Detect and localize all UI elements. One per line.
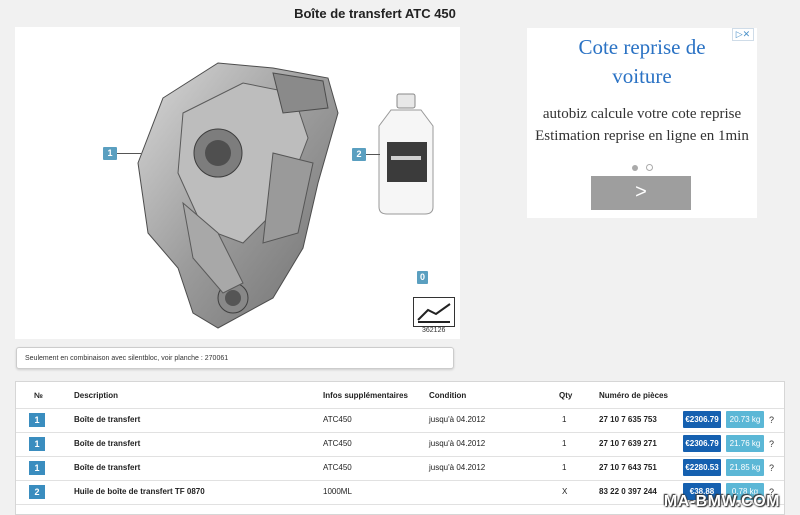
row-description: Boîte de transfert <box>74 415 141 424</box>
parts-diagram: 1 2 0 362126 <box>15 27 460 339</box>
ad-carousel-dots <box>527 164 757 171</box>
reference-icon <box>413 297 455 327</box>
header-condition: Condition <box>429 391 467 400</box>
oil-bottle-illustration <box>378 93 434 215</box>
header-qty: Qty <box>559 391 573 400</box>
row-qty: 1 <box>562 415 567 424</box>
callout-2-leader <box>366 154 380 155</box>
table-row: 1 Boîte de transfert ATC450 jusqu'à 04.2… <box>16 432 784 457</box>
help-icon[interactable]: ? <box>769 408 774 432</box>
row-condition: jusqu'à 04.2012 <box>429 439 486 448</box>
advertisement[interactable]: ▷✕ Cote reprise de voiture autobiz calcu… <box>527 28 757 218</box>
row-qty: 1 <box>562 463 567 472</box>
ad-body-line-1: autobiz calcule votre cote reprise <box>542 106 742 122</box>
ad-next-button[interactable]: > <box>591 176 691 210</box>
row-qty: 1 <box>562 439 567 448</box>
header-info: Infos supplémentaires <box>323 391 408 400</box>
callout-0[interactable]: 0 <box>417 271 428 284</box>
row-info: ATC450 <box>323 439 352 448</box>
callout-2[interactable]: 2 <box>352 148 366 161</box>
table-header: № Description Infos supplémentaires Cond… <box>16 384 784 409</box>
table-row: 1 Boîte de transfert ATC450 jusqu'à 04.2… <box>16 408 784 433</box>
header-description: Description <box>74 391 119 400</box>
price-button[interactable]: €2306.79 <box>683 411 721 428</box>
header-number: № <box>34 391 43 400</box>
help-icon[interactable]: ? <box>769 456 774 480</box>
ad-headline[interactable]: Cote reprise de voiture <box>527 33 757 91</box>
row-part-number[interactable]: 83 22 0 397 244 <box>599 480 657 504</box>
row-part-number[interactable]: 27 10 7 639 271 <box>599 432 657 456</box>
row-qty: X <box>562 487 568 496</box>
site-watermark: MA-BMW.COM <box>663 493 780 510</box>
row-number-badge[interactable]: 1 <box>29 413 45 427</box>
weight-button[interactable]: 20.73 kg <box>726 411 764 428</box>
transfer-case-illustration <box>137 62 339 329</box>
row-description: Huile de boîte de transfert TF 0870 <box>74 487 205 496</box>
header-part-number: Numéro de pièces <box>599 391 668 400</box>
row-info: 1000ML <box>323 487 352 496</box>
carousel-dot-active[interactable] <box>631 165 638 171</box>
ad-body-line-2: Estimation reprise en ligne en 1min <box>535 128 749 144</box>
reference-number: 362126 <box>422 327 446 334</box>
help-icon[interactable]: ? <box>769 432 774 456</box>
page-title: Boîte de transfert ATC 450 <box>294 6 456 21</box>
row-description: Boîte de transfert <box>74 463 141 472</box>
row-number-badge[interactable]: 1 <box>29 437 45 451</box>
row-part-number[interactable]: 27 10 7 635 753 <box>599 408 657 432</box>
weight-button[interactable]: 21.85 kg <box>726 459 764 476</box>
price-button[interactable]: €2280.53 <box>683 459 721 476</box>
ad-close-icon[interactable]: ▷✕ <box>732 28 754 41</box>
row-number-badge[interactable]: 1 <box>29 461 45 475</box>
callout-1[interactable]: 1 <box>103 147 117 160</box>
row-condition: jusqu'à 04.2012 <box>429 415 486 424</box>
weight-button[interactable]: 21.76 kg <box>726 435 764 452</box>
carousel-dot[interactable] <box>645 164 653 171</box>
row-number-badge[interactable]: 2 <box>29 485 45 499</box>
row-info: ATC450 <box>323 463 352 472</box>
row-description: Boîte de transfert <box>74 439 141 448</box>
table-row: 1 Boîte de transfert ATC450 jusqu'à 04.2… <box>16 456 784 481</box>
price-button[interactable]: €2306.79 <box>683 435 721 452</box>
row-condition: jusqu'à 04.2012 <box>429 463 486 472</box>
row-part-number[interactable]: 27 10 7 643 751 <box>599 456 657 480</box>
combination-note: Seulement en combinaison avec silentbloc… <box>16 347 454 369</box>
callout-1-leader <box>117 153 141 154</box>
row-info: ATC450 <box>323 415 352 424</box>
